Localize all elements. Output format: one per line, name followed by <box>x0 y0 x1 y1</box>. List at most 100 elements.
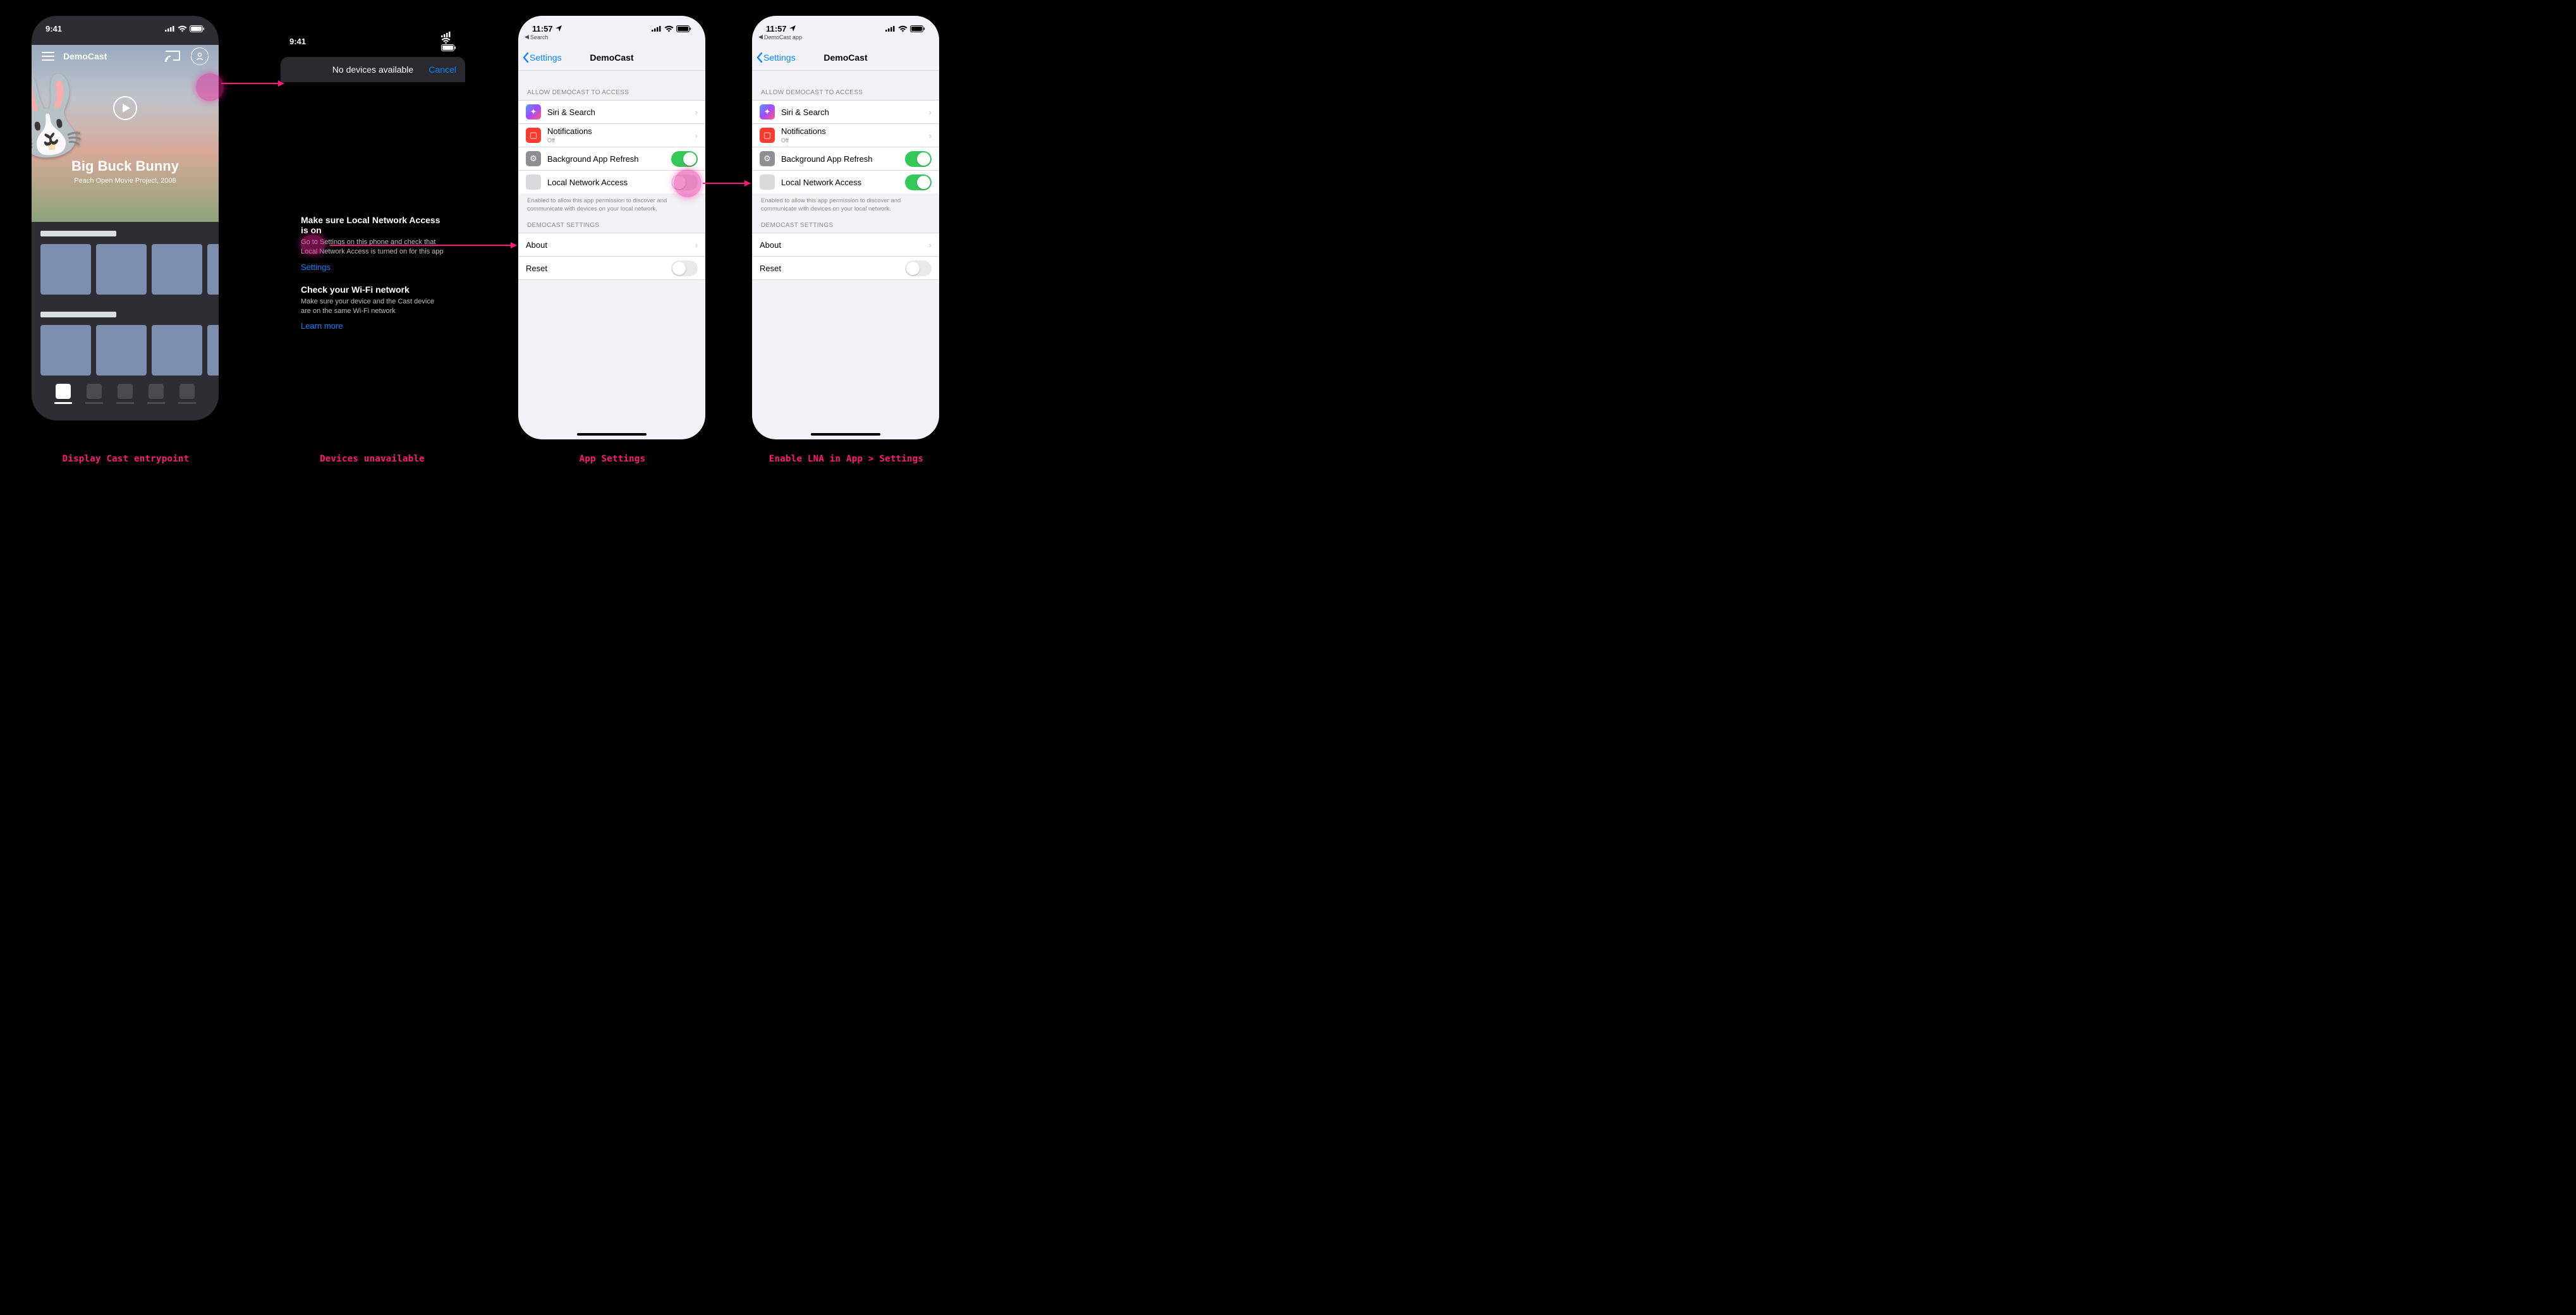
bgrf-toggle[interactable] <box>905 151 932 167</box>
cast-icon <box>164 50 181 63</box>
chevron-right-icon: › <box>929 240 932 250</box>
row-about[interactable]: About › <box>752 233 939 256</box>
lna-toggle[interactable] <box>671 174 698 190</box>
tab-item[interactable] <box>87 384 102 399</box>
app-bar: DemoCast <box>32 45 219 68</box>
hero-bunny-art: 🐰 <box>32 66 100 167</box>
chevron-right-icon: › <box>695 107 698 117</box>
lna-icon <box>760 174 775 190</box>
hero-subtitle: Peach Open Movie Project, 2008 <box>74 177 176 185</box>
siri-icon: ✦ <box>760 104 775 119</box>
cast-sheet-header: No devices available Cancel <box>281 57 465 82</box>
caption-3: App Settings <box>495 454 729 464</box>
phone-democast: 🐰 Big Buck Bunny Peach Open Movie Projec… <box>32 16 219 420</box>
cellular-icon <box>441 31 451 37</box>
row-notifications[interactable]: ▢ NotificationsOff › <box>518 123 705 147</box>
caption-4: Enable LNA in App > Settings <box>729 454 963 464</box>
thumbnail[interactable] <box>152 244 202 295</box>
lna-toggle[interactable] <box>905 174 932 190</box>
home-indicator <box>577 433 647 436</box>
location-icon <box>789 25 796 32</box>
wifi-icon <box>664 25 674 32</box>
learn-more-link[interactable]: Learn more <box>301 321 343 331</box>
reset-toggle[interactable] <box>671 260 698 276</box>
section-header-access: Allow DemoCast to Access <box>752 89 939 100</box>
siri-icon: ✦ <box>526 104 541 119</box>
nav-title: DemoCast <box>590 52 633 63</box>
cellular-icon <box>165 25 175 32</box>
status-time: 11:57 <box>766 24 787 34</box>
cancel-button[interactable]: Cancel <box>428 64 456 75</box>
section-header-app: DemoCast Settings <box>752 222 939 233</box>
hero-artwork: 🐰 Big Buck Bunny Peach Open Movie Projec… <box>32 45 219 222</box>
thumbnail[interactable] <box>207 244 219 295</box>
battery-icon <box>910 25 925 32</box>
battery-icon <box>190 25 205 32</box>
content-row-2 <box>40 312 219 376</box>
caption-1: Display Cast entrypoint <box>9 454 243 464</box>
status-time: 11:57 <box>532 24 553 34</box>
row-notifications[interactable]: ▢ NotificationsOff › <box>752 123 939 147</box>
status-bar: 9:41 <box>32 16 219 41</box>
row-title-placeholder <box>40 312 116 317</box>
cellular-icon <box>885 25 896 32</box>
tab-item[interactable] <box>118 384 133 399</box>
row-siri-search[interactable]: ✦ Siri & Search › <box>752 100 939 123</box>
row-title-placeholder <box>40 231 116 236</box>
lna-footer: Enabled to allow this app permission to … <box>518 193 705 214</box>
home-indicator <box>811 433 880 436</box>
arrow-lna-to-enabled <box>703 177 751 190</box>
reset-toggle[interactable] <box>905 260 932 276</box>
section-header-access: Allow DemoCast to Access <box>518 89 705 100</box>
lna-footer: Enabled to allow this app permission to … <box>752 193 939 214</box>
tab-item[interactable] <box>149 384 164 399</box>
row-local-network-access: Local Network Access <box>752 170 939 193</box>
notifications-icon: ▢ <box>760 128 775 143</box>
screen-devices-unavailable: 9:41 No devices available Cancel Make su… <box>272 6 474 424</box>
status-time: 9:41 <box>46 24 62 34</box>
profile-button[interactable] <box>191 47 209 65</box>
phone-settings-lna-off: 11:57 ◀ Search Settings DemoCast Allow D… <box>518 16 705 439</box>
thumbnail[interactable] <box>96 325 147 376</box>
open-settings-link[interactable]: Settings <box>301 262 331 272</box>
nav-bar: Settings DemoCast <box>518 45 705 71</box>
cast-button[interactable] <box>163 49 182 64</box>
row-background-refresh: ⚙ Background App Refresh <box>752 147 939 170</box>
section-header-app: DemoCast Settings <box>518 222 705 233</box>
tab-bar <box>32 384 219 409</box>
nav-back-button[interactable]: Settings <box>756 52 796 63</box>
play-button[interactable] <box>113 96 137 120</box>
row-about[interactable]: About › <box>518 233 705 256</box>
nav-title: DemoCast <box>823 52 867 63</box>
chevron-right-icon: › <box>695 131 698 140</box>
row-reset: Reset <box>518 256 705 280</box>
row-siri-search[interactable]: ✦ Siri & Search › <box>518 100 705 123</box>
breadcrumb-back[interactable]: ◀ DemoCast app <box>758 34 802 40</box>
row-local-network-access: Local Network Access <box>518 170 705 193</box>
phone-settings-lna-on: 11:57 ◀ DemoCast app Settings DemoCast A… <box>752 16 939 439</box>
lna-icon <box>526 174 541 190</box>
thumbnail[interactable] <box>96 244 147 295</box>
status-bar: 9:41 <box>272 32 474 51</box>
thumbnail[interactable] <box>40 244 91 295</box>
menu-icon[interactable] <box>42 52 54 61</box>
gear-icon: ⚙ <box>526 151 541 166</box>
thumbnail[interactable] <box>152 325 202 376</box>
breadcrumb-back[interactable]: ◀ Search <box>525 34 548 40</box>
chevron-right-icon: › <box>929 131 932 140</box>
cellular-icon <box>652 25 662 32</box>
location-icon <box>556 25 562 32</box>
nav-back-button[interactable]: Settings <box>522 52 562 63</box>
wifi-description: Make sure your device and the Cast devic… <box>301 297 445 316</box>
app-title: DemoCast <box>63 51 154 61</box>
person-icon <box>195 52 204 61</box>
lna-description: Go to Settings on this phone and check t… <box>301 238 445 257</box>
thumbnail[interactable] <box>207 325 219 376</box>
wifi-heading: Check your Wi-Fi network <box>301 284 445 295</box>
bgrf-toggle[interactable] <box>671 151 698 167</box>
thumbnail[interactable] <box>40 325 91 376</box>
tab-item[interactable] <box>56 384 71 399</box>
tab-item[interactable] <box>179 384 195 399</box>
lna-heading: Make sure Local Network Access is on <box>301 215 445 235</box>
hero-title: Big Buck Bunny <box>71 158 179 174</box>
